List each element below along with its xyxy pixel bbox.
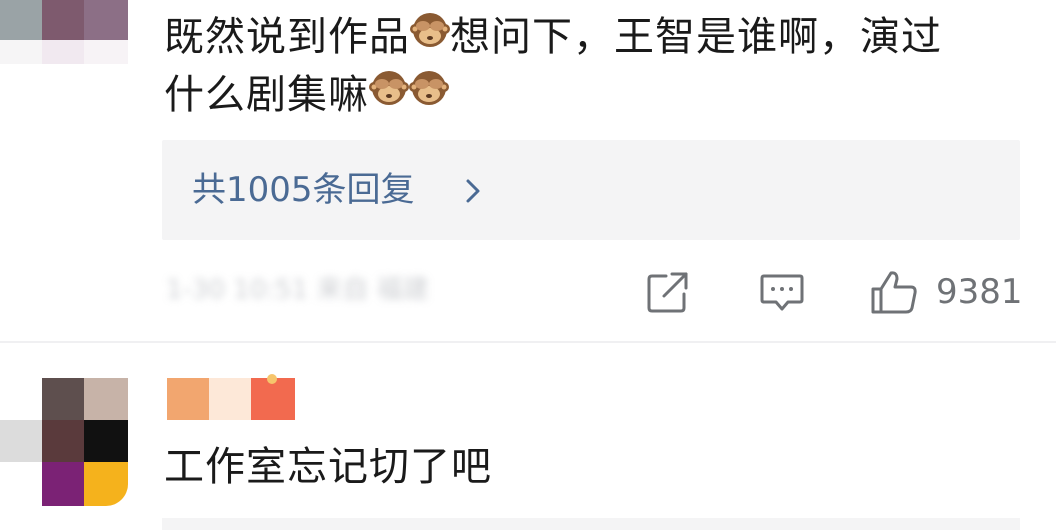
comment-feed: 既然说到作品 想问下，王智是谁啊，演过 什么剧集嘛 共1005条回复 1-30 … — [0, 0, 1056, 530]
comment-divider — [0, 341, 1056, 343]
comment-text-segment: 想问下，王智是谁啊，演过 — [450, 14, 942, 60]
comment-text-segment: 既然说到作品 — [164, 14, 410, 60]
thumbs-up-icon[interactable] — [868, 268, 920, 316]
share-icon[interactable] — [644, 268, 692, 316]
reply-thread-box[interactable]: 共1005条回复 — [162, 140, 1020, 240]
avatar[interactable] — [0, 0, 128, 64]
monkey-emoji-icon — [409, 63, 449, 125]
view-replies-link[interactable]: 共1005条回复 — [192, 166, 415, 214]
comment-body-line-1: 既然说到作品 想问下，王智是谁啊，演过 — [164, 6, 942, 68]
reply-thread-box[interactable] — [162, 518, 1020, 530]
comment-body: 工作室忘记切了吧 — [164, 444, 492, 490]
like-count: 9381 — [936, 272, 1023, 312]
chevron-right-icon — [466, 179, 480, 203]
comment-body-line-2: 什么剧集嘛 — [164, 64, 449, 126]
username[interactable] — [167, 374, 295, 420]
avatar[interactable] — [0, 378, 128, 506]
comment-meta: 1-30 10:51 来自 福建 — [166, 275, 429, 305]
comment-icon[interactable] — [758, 268, 806, 316]
monkey-emoji-icon — [369, 63, 409, 125]
monkey-emoji-icon — [410, 5, 450, 67]
comment-text-segment: 什么剧集嘛 — [164, 72, 369, 118]
